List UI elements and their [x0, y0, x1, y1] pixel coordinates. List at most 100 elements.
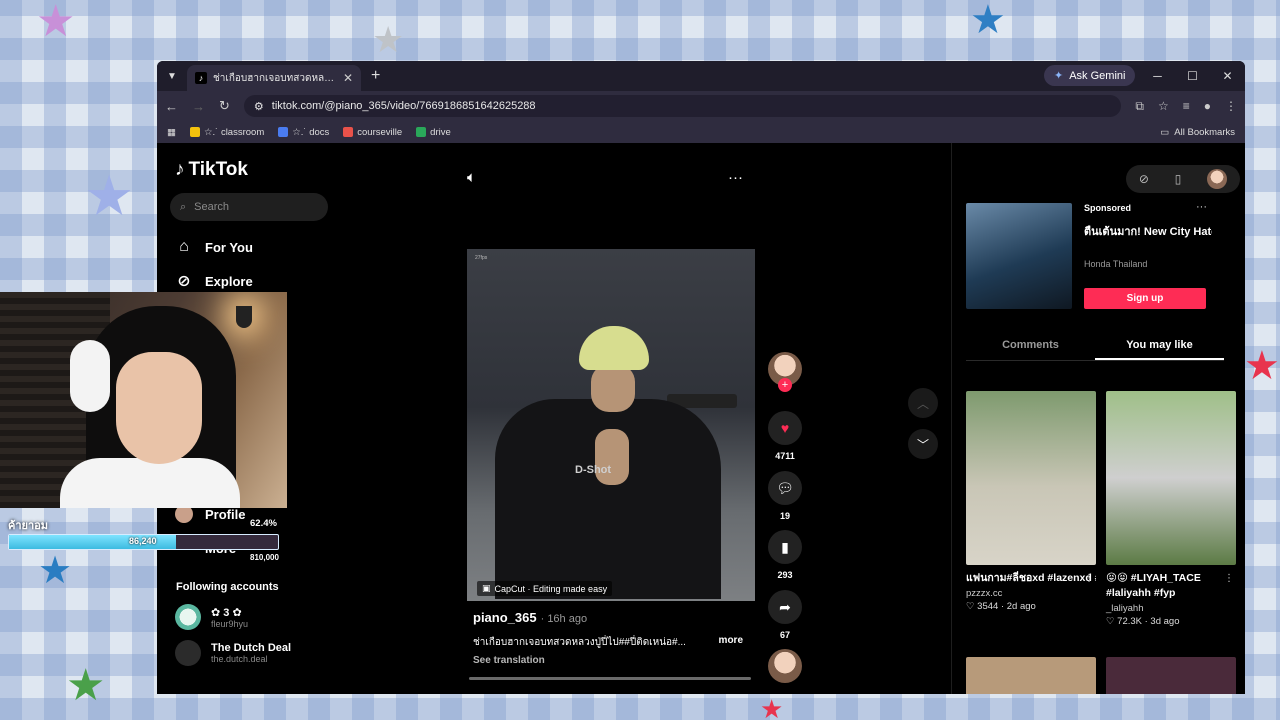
suggested-video-card[interactable] — [966, 657, 1096, 694]
video-player[interactable]: 27fps D-Shot ▣ CapCut · Editing made eas… — [467, 249, 755, 601]
site-info-icon[interactable]: ⚙ — [254, 100, 264, 113]
volume-icon[interactable]: 🔈︎ — [467, 169, 476, 186]
minimize-icon[interactable]: ─ — [1140, 61, 1175, 91]
account-name: The Dutch Deal — [211, 642, 292, 654]
bookmark-courseville[interactable]: courseville — [343, 127, 402, 138]
video-author[interactable]: piano_365 · 16h ago — [473, 610, 587, 625]
compass-icon: ⊘ — [177, 273, 191, 290]
docs-icon — [278, 127, 289, 137]
tiktok-logo[interactable]: ♪ TikTok — [175, 159, 248, 181]
card-user: _laliyahh — [1106, 603, 1144, 614]
share-arrow-icon: ➦ — [768, 590, 802, 624]
card-user: pzzzx.cc — [966, 588, 1003, 599]
tab-comments[interactable]: Comments — [966, 335, 1095, 360]
address-bar[interactable]: ⚙ tiktok.com/@piano_365/video/7669186851… — [243, 95, 1122, 117]
nav-label: Explore — [205, 273, 253, 289]
drive-icon — [416, 127, 427, 137]
browser-menu-icon[interactable]: ⋮ — [1225, 99, 1237, 114]
bookmark-drive[interactable]: drive — [416, 127, 451, 138]
previous-video-button[interactable]: ︿ — [908, 388, 938, 418]
close-tab-icon[interactable]: ✕ — [343, 71, 353, 85]
sound-disc[interactable] — [768, 649, 802, 683]
courseville-icon — [343, 127, 354, 137]
install-app-icon[interactable]: ⧉ — [1135, 99, 1144, 114]
comment-button[interactable]: 💬︎ 19 — [768, 471, 802, 521]
classroom-icon — [189, 127, 200, 137]
video-thumbnail — [966, 657, 1096, 694]
star-decoration: ★ — [36, 0, 76, 46]
creator-avatar[interactable]: + — [768, 352, 802, 392]
author-name: piano_365 — [473, 610, 537, 625]
account-name: ✿ 3 ✿ — [211, 606, 242, 619]
card-title: แฟนกาม#ลี่ชอxd #lazenxd #เดโนซอ... — [966, 572, 1096, 584]
home-icon: ⌂ — [179, 238, 189, 255]
follow-plus-icon[interactable]: + — [778, 378, 792, 392]
save-count: 293 — [777, 570, 793, 580]
share-button[interactable]: ➦ 67 — [768, 590, 802, 640]
all-bookmarks-button[interactable]: ▭ All Bookmarks — [1160, 127, 1235, 138]
chevron-down-icon: ﹀ — [916, 437, 929, 452]
maximize-icon[interactable]: ☐ — [1175, 61, 1210, 91]
star-decoration: ★ — [1244, 344, 1280, 388]
capcut-badge[interactable]: ▣ CapCut · Editing made easy — [477, 581, 613, 596]
star-decoration: ★ — [66, 661, 106, 710]
ask-gemini-button[interactable]: ✦ Ask Gemini — [1044, 65, 1136, 86]
video-progress-bar[interactable] — [469, 677, 751, 680]
bookmark-docs[interactable]: ☆.˙ docs — [278, 127, 329, 138]
bookmark-label: drive — [430, 126, 451, 138]
following-account[interactable]: The Dutch Deal the.dutch.deal — [175, 640, 291, 666]
card-options-icon[interactable]: ⋮ — [1224, 573, 1234, 584]
sign-up-button[interactable]: Sign up — [1084, 288, 1206, 309]
tab-title: ช่าเกือบฮากเจอบทสวดหลวงปู่ปี่ไป#ปี่ติดเห… — [213, 72, 337, 84]
sponsored-label: Sponsored — [1084, 203, 1132, 213]
suggested-video-card[interactable]: 😝😝 #LIYAH_TACE #laliyahh #fyp _laliyahh … — [1106, 391, 1236, 627]
comment-icon: 💬︎ — [768, 471, 802, 505]
nav-explore[interactable]: ⊘ Explore — [175, 271, 253, 291]
ad-thumbnail[interactable] — [966, 203, 1072, 309]
avatar — [175, 640, 201, 666]
ad-title[interactable]: ตื่นเต้นมาก! New City Hatchback รุ่นใหม่… — [1084, 225, 1212, 239]
apps-grid-icon[interactable]: ▦ — [167, 127, 176, 138]
search-input[interactable]: ⌕ Search — [170, 193, 328, 221]
bookmark-classroom[interactable]: ☆.˙ classroom — [189, 127, 264, 138]
media-icon[interactable]: ≡ — [1183, 99, 1190, 114]
reload-icon[interactable]: ↻ — [219, 98, 230, 114]
capcut-label: CapCut · Editing made easy — [494, 583, 608, 594]
card-options-icon[interactable]: ⋮ — [1084, 573, 1094, 584]
phone-icon[interactable]: ▯ — [1175, 172, 1182, 186]
see-translation-button[interactable]: See translation — [473, 655, 545, 666]
close-window-icon[interactable]: ✕ — [1210, 61, 1245, 91]
following-accounts-title: Following accounts — [176, 581, 279, 593]
following-account[interactable]: ✿ 3 ✿ fleur9hyu — [175, 604, 248, 630]
nav-for-you[interactable]: ⌂ For You — [175, 238, 253, 256]
suggested-video-card[interactable] — [1106, 657, 1236, 694]
video-thumbnail — [966, 391, 1096, 565]
tab-you-may-like[interactable]: You may like — [1095, 335, 1224, 360]
save-button[interactable]: ▮ 293 — [768, 530, 802, 580]
video-shirt-text: D-Shot — [575, 464, 612, 476]
webcam-scene — [70, 340, 110, 412]
avatar — [768, 649, 802, 683]
ad-options-icon[interactable]: ··· — [1196, 201, 1207, 213]
forward-icon[interactable]: → — [192, 99, 205, 114]
bookmark-star-icon[interactable]: ☆ — [1158, 99, 1169, 114]
url-text: tiktok.com/@piano_365/video/766918685164… — [271, 100, 536, 112]
suggested-video-card[interactable]: แฟนกาม#ลี่ชอxd #lazenxd #เดโนซอ... pzzzx… — [966, 391, 1096, 612]
extension-avatar-icon[interactable]: ● — [1204, 99, 1211, 114]
new-tab-icon[interactable]: + — [371, 67, 380, 85]
tab-strip: ▼ ♪ ช่าเกือบฮากเจอบทสวดหลวงปู่ปี่ไป#ปี่ต… — [157, 61, 1245, 91]
like-button[interactable]: ♥ 4711 — [768, 411, 802, 461]
next-video-button[interactable]: ﹀ — [908, 429, 938, 459]
video-caption: ช่าเกือบฮากเจอบทสวดหลวงปู่ปี่ไป##ปี่ติดเ… — [473, 635, 743, 650]
panel-tabs: Comments You may like — [966, 335, 1224, 361]
back-icon[interactable]: ← — [165, 99, 178, 114]
browser-tab[interactable]: ♪ ช่าเกือบฮากเจอบทสวดหลวงปู่ปี่ไป#ปี่ติด… — [187, 65, 361, 91]
compass-icon[interactable]: ⊘ — [1139, 172, 1149, 186]
user-avatar[interactable] — [1207, 169, 1228, 189]
video-options-icon[interactable]: ··· — [728, 169, 743, 186]
webcam-scene — [60, 458, 240, 508]
tab-search-icon[interactable]: ▼ — [157, 61, 187, 91]
video-thumbnail — [1106, 391, 1236, 565]
caption-more-button[interactable]: more — [719, 635, 743, 650]
star-decoration: ★ — [372, 19, 405, 60]
